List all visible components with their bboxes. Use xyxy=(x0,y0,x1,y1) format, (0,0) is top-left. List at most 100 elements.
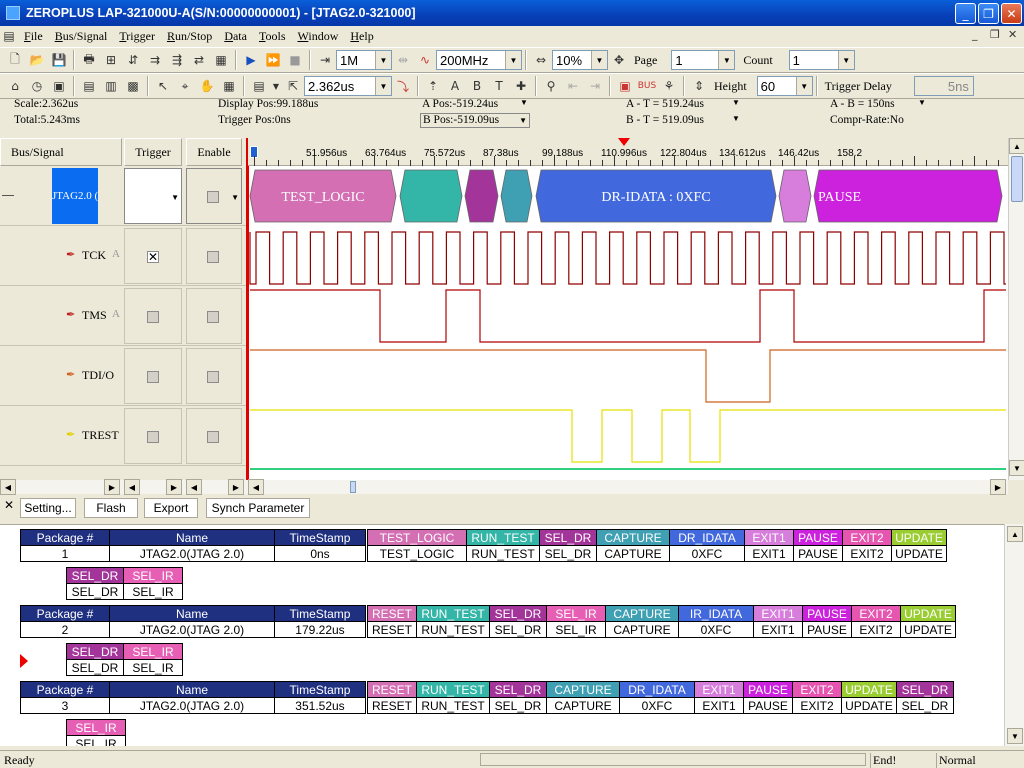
state-value-cell[interactable]: EXIT1 xyxy=(753,621,803,638)
package-header-cell[interactable]: TimeStamp xyxy=(274,529,366,546)
mdi-minimize-icon[interactable]: _ xyxy=(972,28,978,41)
package-header-cell[interactable]: Name xyxy=(109,529,275,546)
state-value-cell[interactable]: SEL_DR xyxy=(539,545,597,562)
clock-icon[interactable]: ◷ xyxy=(27,76,47,96)
state-header-cell[interactable]: UPDATE xyxy=(900,605,956,622)
close-panel-icon[interactable]: ✕ xyxy=(4,498,14,512)
pointer-icon[interactable]: ↖ xyxy=(153,76,173,96)
time-scale-select[interactable]: 2.362us ▼ xyxy=(304,76,392,96)
menu-run-stop[interactable]: Run/Stop xyxy=(161,29,218,44)
calculator-icon[interactable]: ▣ xyxy=(615,76,635,96)
menu-trigger[interactable]: Trigger xyxy=(113,29,161,44)
state-value-cell[interactable]: UPDATE xyxy=(841,697,897,714)
jump-trigger-icon[interactable]: ⤵ xyxy=(393,76,413,96)
run-icon[interactable]: ▶ xyxy=(241,50,261,70)
setting-button[interactable]: Setting... xyxy=(20,498,76,518)
trigger-checkbox[interactable]: ✕ xyxy=(147,251,159,263)
scroll-down-icon[interactable]: ▼ xyxy=(1007,728,1023,744)
state-header-cell[interactable]: RUN_TEST xyxy=(416,605,490,622)
package-value-cell[interactable]: 0ns xyxy=(274,545,366,562)
add-signal-icon[interactable]: ⇉ xyxy=(145,50,165,70)
sample-rate-select[interactable]: 200MHz ▼ xyxy=(436,50,522,70)
navigate-icon[interactable]: ▣ xyxy=(49,76,69,96)
bus-icon[interactable]: BUS xyxy=(637,76,657,96)
chevron-down-icon[interactable]: ▼ xyxy=(271,76,281,96)
state-header-cell[interactable]: CAPTURE xyxy=(546,681,620,698)
scroll-up-icon[interactable]: ▲ xyxy=(1007,526,1023,542)
state-header-cell[interactable]: SEL_IR xyxy=(123,643,183,660)
state-header-cell[interactable]: EXIT1 xyxy=(753,605,803,622)
state-value-cell[interactable]: EXIT2 xyxy=(792,697,842,714)
height-select[interactable]: 60 ▼ xyxy=(756,76,813,96)
trigger-checkbox[interactable] xyxy=(147,311,159,323)
state-value-cell[interactable]: PAUSE xyxy=(793,545,843,562)
trigger-checkbox[interactable] xyxy=(147,371,159,383)
grid-icon[interactable]: ▦ xyxy=(219,76,239,96)
menu-help[interactable]: Help xyxy=(344,29,379,44)
state-value-cell[interactable]: CAPTURE xyxy=(546,697,620,714)
package-header-cell[interactable]: TimeStamp xyxy=(274,605,366,622)
state-value-cell[interactable]: SEL_IR xyxy=(123,659,183,676)
display-mode-icon[interactable]: ▤ xyxy=(249,76,269,96)
state-header-cell[interactable]: SEL_DR xyxy=(896,681,954,698)
state-header-cell[interactable]: UPDATE xyxy=(841,681,897,698)
scroll-right-icon[interactable]: ▶ xyxy=(990,479,1006,495)
state-header-cell[interactable]: RESET xyxy=(367,681,417,698)
state-value-cell[interactable]: SEL_DR xyxy=(66,659,124,676)
run-repeat-icon[interactable]: ⏩ xyxy=(263,50,283,70)
state-header-cell[interactable]: RUN_TEST xyxy=(416,681,490,698)
package-header-cell[interactable]: Name xyxy=(109,681,275,698)
property-icon[interactable]: ▦ xyxy=(211,50,231,70)
menu-data[interactable]: Data xyxy=(218,29,253,44)
trigger-delay-field[interactable]: 5ns xyxy=(913,76,974,96)
scroll-left-icon[interactable]: ◀ xyxy=(186,479,202,495)
scroll-left-icon[interactable]: ◀ xyxy=(0,479,16,495)
state-value-cell[interactable]: EXIT1 xyxy=(694,697,744,714)
state-view-icon[interactable]: ▩ xyxy=(123,76,143,96)
time-ruler[interactable]: 51.956us 63.764us 75.572us 87.38us 99.188us 1… xyxy=(248,138,1008,166)
scroll-down-icon[interactable]: ▼ xyxy=(1009,460,1024,476)
bar-cursor-icon[interactable]: ⇡ xyxy=(423,76,443,96)
zoom-icon[interactable]: ⌖ xyxy=(175,76,195,96)
restore-button[interactable]: ❐ xyxy=(978,3,999,24)
state-header-cell[interactable]: PAUSE xyxy=(802,605,852,622)
enable-checkbox[interactable] xyxy=(207,191,219,203)
bar-add-icon[interactable]: ✚ xyxy=(511,76,531,96)
package-header-cell[interactable]: Package # xyxy=(20,605,110,622)
collapse-icon[interactable] xyxy=(2,195,14,196)
signal-row[interactable]: ✒ TREST xyxy=(0,406,246,466)
state-header-cell[interactable]: CAPTURE xyxy=(596,529,670,546)
open-folder-icon[interactable]: 📂 xyxy=(27,50,47,70)
package-value-cell[interactable]: 351.52us xyxy=(274,697,366,714)
scroll-right-icon[interactable]: ▶ xyxy=(166,479,182,495)
count-select[interactable]: 1 ▼ xyxy=(788,50,855,70)
scroll-right-icon[interactable]: ▶ xyxy=(104,479,120,495)
bar-t-icon[interactable]: T xyxy=(489,76,509,96)
state-header-cell[interactable]: DR_IDATA xyxy=(619,681,695,698)
state-value-cell[interactable]: SEL_DR xyxy=(66,583,124,600)
chevron-down-icon[interactable]: ▼ xyxy=(732,114,740,123)
state-header-cell[interactable]: UPDATE xyxy=(891,529,947,546)
scroll-thumb[interactable] xyxy=(350,481,356,493)
horizontal-scrollbars[interactable]: ◀ ▶ ◀ ▶ ◀ ▶ ◀ ▶ xyxy=(0,479,1008,495)
state-value-cell[interactable]: 0XFC xyxy=(669,545,745,562)
mdi-close-icon[interactable]: ✕ xyxy=(1008,28,1017,41)
package-value-cell[interactable]: JTAG2.0(JTAG 2.0) xyxy=(109,621,275,638)
state-header-cell[interactable]: SEL_DR xyxy=(539,529,597,546)
signal-name[interactable]: TCK xyxy=(82,248,106,263)
minimize-button[interactable]: _ xyxy=(955,3,976,24)
trigger-marker[interactable] xyxy=(618,138,630,146)
waveform-canvas[interactable]: TEST_LOGIC DR-IDATA : 0XFC PAUSE xyxy=(248,166,1008,480)
menu-window[interactable]: Window xyxy=(292,29,345,44)
enable-checkbox[interactable] xyxy=(207,251,219,263)
search-next-icon[interactable]: ⇥ xyxy=(585,76,605,96)
state-value-cell[interactable]: RESET xyxy=(367,697,417,714)
state-header-cell[interactable]: EXIT2 xyxy=(851,605,901,622)
enable-select[interactable]: ▼ xyxy=(186,168,242,224)
bar-b-icon[interactable]: B xyxy=(467,76,487,96)
state-header-cell[interactable]: TEST_LOGIC xyxy=(367,529,467,546)
enable-checkbox[interactable] xyxy=(207,431,219,443)
enable-checkbox[interactable] xyxy=(207,311,219,323)
state-header-cell[interactable]: PAUSE xyxy=(743,681,793,698)
state-header-cell[interactable]: SEL_DR xyxy=(66,643,124,660)
